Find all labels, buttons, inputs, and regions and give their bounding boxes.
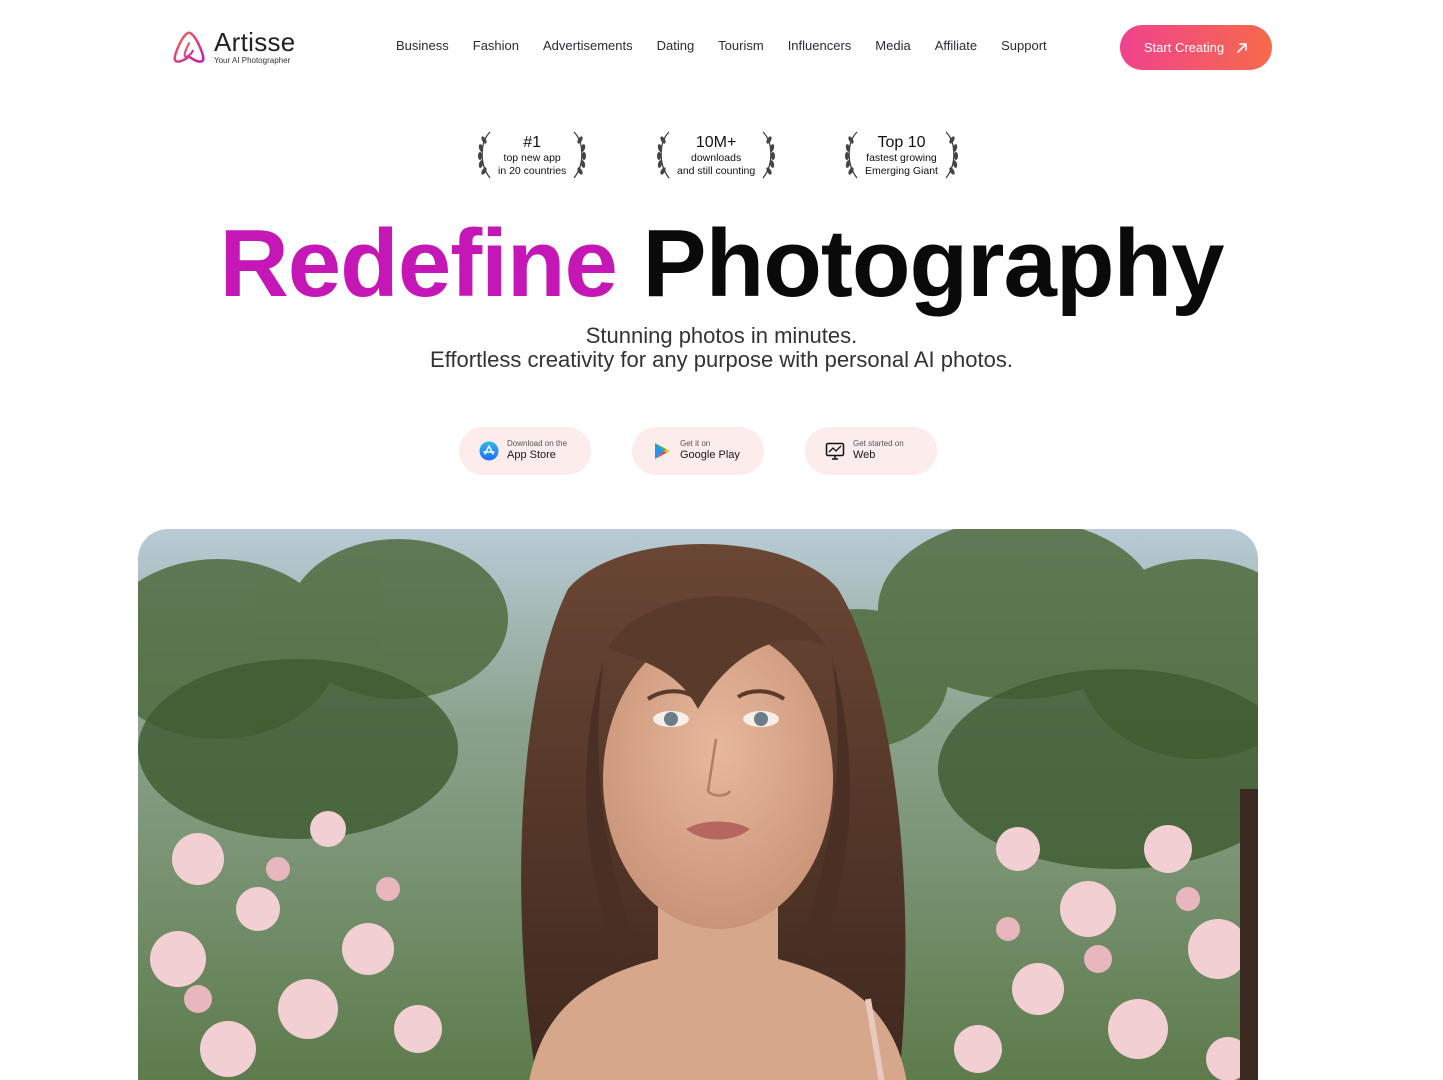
nav-fashion[interactable]: Fashion	[473, 38, 519, 53]
nav-influencers[interactable]: Influencers	[788, 38, 852, 53]
laurel-left-icon	[478, 131, 491, 179]
award-line: and still counting	[677, 164, 756, 177]
nav-affiliate[interactable]: Affiliate	[935, 38, 977, 53]
award-line: in 20 countries	[498, 164, 567, 177]
google-play-icon	[655, 443, 670, 459]
monitor-icon	[825, 442, 845, 460]
laurel-right-icon	[573, 131, 587, 179]
nav-business[interactable]: Business	[396, 38, 449, 53]
laurel-right-icon	[762, 131, 776, 179]
award-line: fastest growing	[866, 152, 937, 164]
award-line: top new app	[503, 152, 561, 164]
hero-photo	[138, 529, 1258, 1080]
store-name: App Store	[507, 449, 556, 462]
headline-rest: Photography	[642, 210, 1225, 317]
laurel-left-icon	[657, 131, 670, 179]
store-name: Google Play	[680, 449, 740, 462]
app-store-icon	[479, 441, 499, 461]
nav-media[interactable]: Media	[875, 38, 910, 53]
start-creating-button[interactable]: Start Creating	[1120, 25, 1272, 70]
award-line: downloads	[691, 152, 742, 164]
store-caption: Get started on	[853, 439, 904, 449]
web-button[interactable]: Get started on Web	[805, 427, 937, 475]
nav-tourism[interactable]: Tourism	[718, 38, 764, 53]
subtitle-line-2: Effortless creativity for any purpose wi…	[430, 347, 1013, 373]
google-play-button[interactable]: Get it on Google Play	[632, 427, 764, 475]
main-nav: Business Fashion Advertisements Dating T…	[396, 38, 1047, 53]
award-line: Emerging Giant	[865, 164, 938, 177]
store-caption: Get it on	[680, 439, 711, 449]
hero-headline: Redefine Photography	[0, 213, 1443, 315]
laurel-left-icon	[845, 131, 858, 179]
nav-advertisements[interactable]: Advertisements	[543, 38, 633, 53]
store-caption: Download on the	[507, 439, 568, 449]
app-store-button[interactable]: Download on the App Store	[459, 427, 591, 475]
headline-accent: Redefine	[219, 210, 617, 317]
start-creating-label: Start Creating	[1143, 40, 1225, 55]
award-top-new-app: #1 top new app in 20 countries	[476, 128, 588, 182]
award-downloads: 10M+ downloads and still counting	[655, 128, 777, 182]
brand-logo[interactable]: Artisse Your AI Photographer	[170, 28, 296, 66]
awards-row: #1 top new app in 20 countries 10M+ down…	[0, 128, 1443, 182]
subtitle-line-1: Stunning photos in minutes.	[585, 323, 858, 348]
artisse-logo-icon	[173, 31, 205, 63]
award-top-10: Top 10 fastest growing Emerging Giant	[843, 128, 960, 182]
brand-tagline: Your AI Photographer	[214, 56, 291, 65]
hero-subtitle: Stunning photos in minutes. Effortless c…	[0, 323, 1443, 373]
award-title: #1	[523, 133, 542, 151]
portrait-photo-image	[138, 529, 1258, 1080]
laurel-right-icon	[945, 131, 958, 179]
arrow-up-right-icon	[1237, 42, 1247, 53]
award-title: Top 10	[877, 133, 926, 151]
store-name: Web	[853, 449, 876, 462]
nav-dating[interactable]: Dating	[657, 38, 695, 53]
award-title: 10M+	[695, 133, 737, 151]
nav-support[interactable]: Support	[1001, 38, 1047, 53]
brand-name: Artisse	[214, 27, 296, 57]
